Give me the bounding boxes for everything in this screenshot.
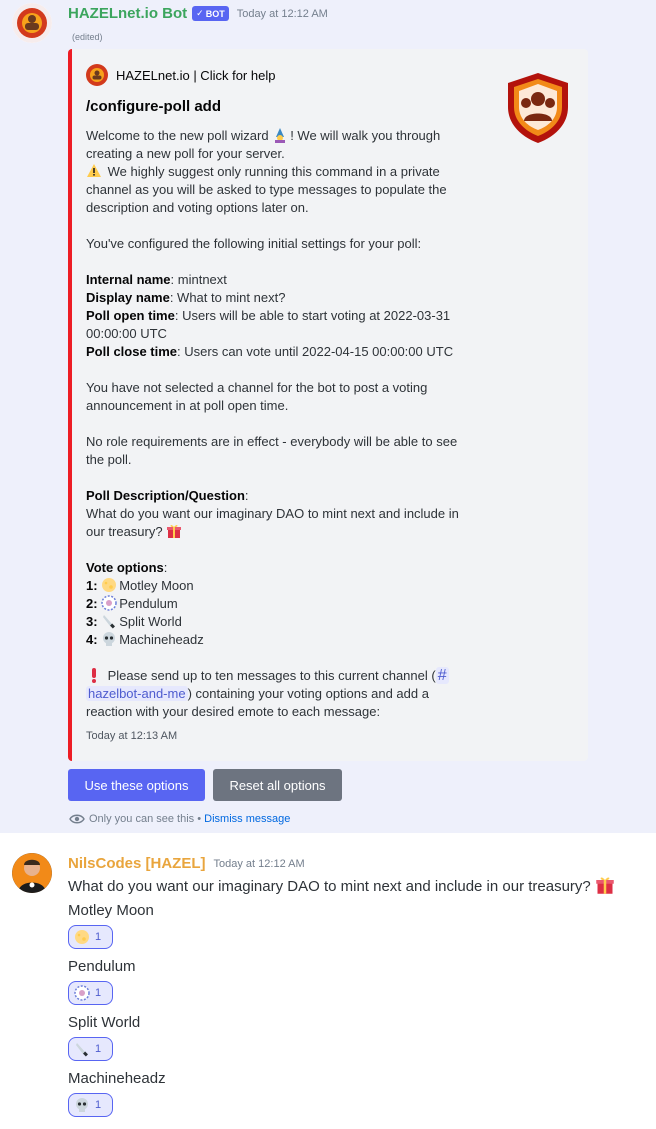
vote-option-name: Motley Moon xyxy=(119,578,194,593)
mage-emoji-icon xyxy=(275,128,286,143)
vote-option-name: Split World xyxy=(119,614,182,629)
bot-message: HAZELnet.io Bot ✓ BOT Today at 12:12 AM … xyxy=(0,0,656,833)
desc-text: creating a new poll for your server. xyxy=(86,146,285,161)
poll-embed: HAZELnet.io | Click for help /configure-… xyxy=(68,49,588,761)
vote-option: 1: Motley Moon xyxy=(86,577,486,595)
user-question: What do you want our imaginary DAO to mi… xyxy=(68,875,615,897)
pendulum-emoji-icon xyxy=(74,985,90,1001)
pendulum-emoji-icon xyxy=(101,595,117,611)
reset-all-options-button[interactable]: Reset all options xyxy=(213,769,342,801)
internal-name-value: : mintnext xyxy=(170,272,227,287)
reaction-count: 1 xyxy=(95,1099,102,1111)
reaction-moon[interactable]: 1 xyxy=(68,925,113,949)
user-option-message: Pendulum xyxy=(68,958,136,975)
open-time-label: Poll open time xyxy=(86,308,175,323)
gift-emoji-icon xyxy=(596,877,614,894)
user-author-name[interactable]: NilsCodes [HAZEL] xyxy=(68,855,206,872)
moon-emoji-icon xyxy=(102,578,117,592)
desc-text: We highly suggest only running this comm… xyxy=(104,164,440,179)
vote-option-name: Machineheadz xyxy=(119,632,204,647)
embed-author[interactable]: HAZELnet.io | Click for help xyxy=(86,64,275,86)
reaction-knife[interactable]: 1 xyxy=(68,1037,113,1061)
knife-emoji-icon xyxy=(103,615,116,629)
skull-emoji-icon xyxy=(103,632,116,646)
bot-avatar[interactable] xyxy=(12,3,52,43)
desc-text: : xyxy=(163,560,168,575)
user-timestamp[interactable]: Today at 12:12 AM xyxy=(214,858,305,870)
knife-emoji-icon xyxy=(76,1043,88,1057)
close-time-label: Poll close time xyxy=(86,344,178,359)
vote-options-label: Vote options xyxy=(86,560,164,575)
vote-option: 3: Split World xyxy=(86,613,486,631)
ephemeral-notice: Only you can see this • Dismiss message xyxy=(69,813,290,825)
vote-option-number: 3: xyxy=(86,614,98,629)
bot-tag: ✓ BOT xyxy=(192,6,229,21)
moon-emoji-icon xyxy=(75,930,89,944)
use-these-options-button[interactable]: Use these options xyxy=(68,769,205,801)
ephemeral-text: Only you can see this • xyxy=(89,813,205,825)
embed-title: /configure-poll add xyxy=(86,98,221,115)
embed-description: Welcome to the new poll wizard ! We will… xyxy=(86,127,486,721)
channel-mention[interactable]: hazelbot-and-me xyxy=(86,686,188,701)
vote-option: 4: Machineheadz xyxy=(86,631,486,649)
desc-text: You've configured the following initial … xyxy=(86,236,422,251)
desc-text: announcement in at poll open time. xyxy=(86,398,289,413)
bot-tag-label: BOT xyxy=(205,8,225,19)
desc-text: reaction with your desired emote to each… xyxy=(86,704,381,719)
vote-option-number: 4: xyxy=(86,632,98,647)
desc-text: Welcome to the new poll wizard xyxy=(86,128,273,143)
desc-text: description and voting options later on. xyxy=(86,200,309,215)
reaction-pendulum[interactable]: 1 xyxy=(68,981,113,1005)
desc-text: ) containing your voting options and add… xyxy=(187,686,429,701)
poll-description-text: our treasury? xyxy=(86,524,167,539)
vote-option-number: 1: xyxy=(86,578,98,593)
internal-name-label: Internal name xyxy=(86,272,171,287)
user-question-text: What do you want our imaginary DAO to mi… xyxy=(68,878,595,895)
reaction-count: 1 xyxy=(95,987,102,999)
reaction-count: 1 xyxy=(95,1043,102,1055)
skull-emoji-icon xyxy=(76,1098,88,1112)
desc-text: the poll. xyxy=(86,452,132,467)
embed-footer-timestamp: Today at 12:13 AM xyxy=(86,730,178,742)
vote-option-name: Pendulum xyxy=(119,596,178,611)
user-avatar[interactable] xyxy=(12,853,52,893)
desc-text: : xyxy=(244,488,249,503)
open-time-value: : Users will be able to start voting at … xyxy=(174,308,451,323)
warning-icon xyxy=(87,164,101,177)
vote-option: 2: Pendulum xyxy=(86,595,486,613)
desc-text: ! We will walk you through xyxy=(290,128,441,143)
bot-author-name[interactable]: HAZELnet.io Bot xyxy=(68,5,187,22)
user-option-message: Machineheadz xyxy=(68,1070,166,1087)
reaction-skull[interactable]: 1 xyxy=(68,1093,113,1117)
channel-mention-hash[interactable]: # xyxy=(435,667,449,684)
user-option-message: Motley Moon xyxy=(68,902,154,919)
embed-author-icon xyxy=(86,64,108,86)
user-option-message: Split World xyxy=(68,1014,141,1031)
desc-text: Please send up to ten messages to this c… xyxy=(104,668,436,683)
vote-option-number: 2: xyxy=(86,596,98,611)
desc-text: No role requirements are in effect - eve… xyxy=(86,434,458,449)
poll-description-label: Poll Description/Question xyxy=(86,488,245,503)
bot-timestamp[interactable]: Today at 12:12 AM xyxy=(237,8,328,20)
reaction-count: 1 xyxy=(95,931,102,943)
eye-icon xyxy=(69,814,85,824)
display-name-label: Display name xyxy=(86,290,170,305)
open-time-value-cont: 00:00:00 UTC xyxy=(86,326,167,341)
desc-text: channel as you will be asked to type mes… xyxy=(86,182,447,197)
poll-description-text: What do you want our imaginary DAO to mi… xyxy=(86,506,459,521)
dismiss-message-link[interactable]: Dismiss message xyxy=(204,813,290,825)
desc-text: You have not selected a channel for the … xyxy=(86,380,428,395)
exclamation-icon xyxy=(92,668,96,683)
edited-label: (edited) xyxy=(72,32,103,42)
check-icon: ✓ xyxy=(196,8,204,18)
hazel-shield-logo[interactable] xyxy=(504,71,572,145)
gift-emoji-icon xyxy=(167,524,182,538)
close-time-value: : Users can vote until 2022-04-15 00:00:… xyxy=(177,344,454,359)
display-name-value: : What to mint next? xyxy=(169,290,286,305)
embed-author-name: HAZELnet.io | Click for help xyxy=(116,67,276,83)
